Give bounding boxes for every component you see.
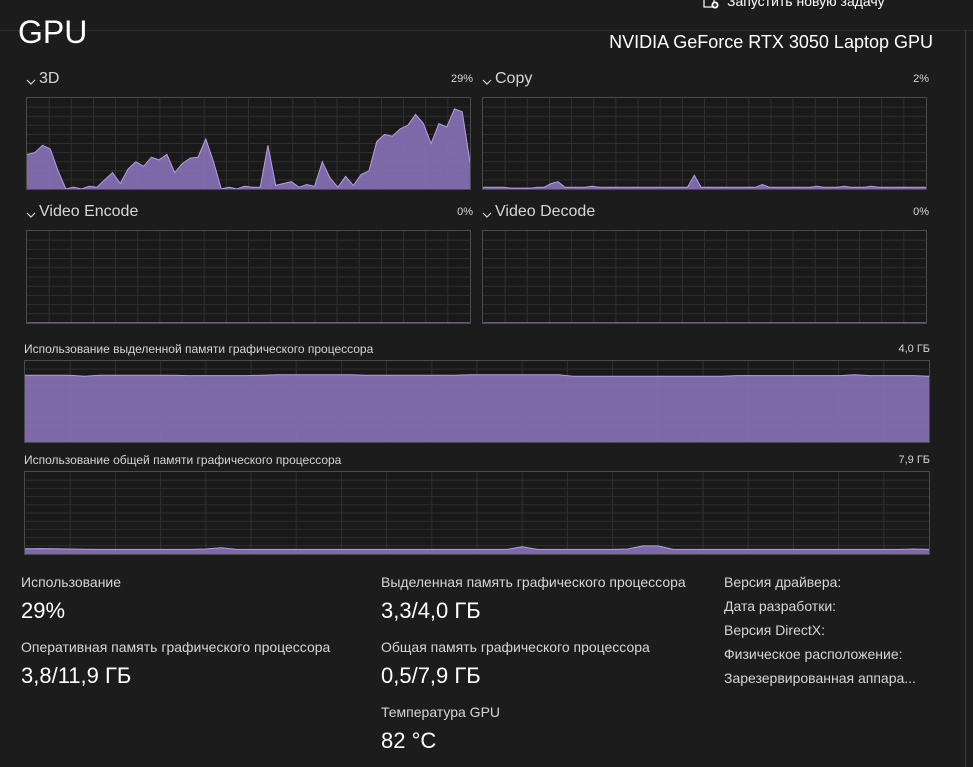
- new-task-button[interactable]: Запустить новую задачу: [703, 0, 885, 11]
- engine-label-video-encode: Video Encode: [39, 203, 139, 220]
- dedicated-memory-graph-max: 4,0 ГБ: [898, 343, 930, 355]
- chevron-down-icon: [482, 74, 492, 85]
- gpu-temperature-value: 82 °C: [381, 728, 437, 753]
- engine-selector-copy[interactable]: Copy: [482, 70, 532, 88]
- chevron-down-icon: [26, 207, 36, 218]
- gpu-ram-value: 3,8/11,9 ГБ: [21, 663, 132, 688]
- engine-percent-video-encode: 0%: [457, 206, 473, 218]
- dedicated-memory-value: 3,3/4,0 ГБ: [381, 598, 481, 623]
- driver-date-label: Дата разработки:: [724, 598, 837, 614]
- graph-video-decode: [482, 230, 927, 324]
- physical-location-label: Физическое расположение:: [724, 646, 903, 662]
- window-border: [965, 30, 966, 767]
- reserved-memory-label: Зарезервированная аппара...: [724, 670, 916, 686]
- chevron-down-icon: [482, 207, 492, 218]
- graph-svg: [25, 361, 929, 442]
- shared-memory-label: Общая память графического процессора: [381, 639, 650, 655]
- graph-svg: [27, 231, 470, 323]
- engine-percent-copy: 2%: [913, 73, 929, 85]
- shared-memory-graph-max: 7,9 ГБ: [898, 454, 930, 466]
- graph-area: [25, 374, 929, 442]
- new-task-label: Запустить новую задачу: [727, 0, 885, 9]
- graph-svg: [25, 472, 929, 554]
- shared-memory-graph-label: Использование общей памяти графического …: [24, 453, 342, 467]
- graph-svg: [483, 231, 926, 323]
- graph-shared-memory: [24, 471, 930, 555]
- page-title: GPU: [18, 14, 88, 50]
- utilization-value: 29%: [21, 598, 66, 623]
- driver-version-label: Версия драйвера:: [724, 574, 842, 590]
- gpu-name: NVIDIA GeForce RTX 3050 Laptop GPU: [609, 32, 933, 52]
- gpu-temperature-label: Температура GPU: [381, 704, 501, 720]
- graph-3d: [26, 97, 471, 190]
- engine-label-copy: Copy: [495, 70, 533, 87]
- engine-label-video-decode: Video Decode: [495, 203, 596, 220]
- gpu-ram-label: Оперативная память графического процессо…: [21, 639, 331, 655]
- directx-version-label: Версия DirectX:: [724, 622, 825, 638]
- engine-selector-video-encode[interactable]: Video Encode: [26, 203, 138, 221]
- graph-dedicated-memory: [24, 360, 930, 443]
- engine-label-3d: 3D: [39, 70, 60, 87]
- new-task-icon: [703, 0, 719, 9]
- top-toolbar: Запустить новую задачу: [0, 0, 973, 31]
- chevron-down-icon: [26, 74, 36, 85]
- engine-selector-3d[interactable]: 3D: [26, 70, 59, 88]
- graph-copy: [482, 97, 927, 190]
- graph-svg: [27, 98, 470, 189]
- engine-percent-video-decode: 0%: [913, 206, 929, 218]
- engine-selector-video-decode[interactable]: Video Decode: [482, 203, 595, 221]
- dedicated-memory-graph-label: Использование выделенной памяти графичес…: [24, 342, 374, 356]
- engine-percent-3d: 29%: [450, 73, 473, 85]
- graph-svg: [483, 98, 926, 189]
- shared-memory-value: 0,5/7,9 ГБ: [381, 663, 481, 688]
- graph-video-encode: [26, 230, 471, 324]
- dedicated-memory-label: Выделенная память графического процессор…: [381, 574, 686, 590]
- utilization-label: Использование: [21, 574, 122, 590]
